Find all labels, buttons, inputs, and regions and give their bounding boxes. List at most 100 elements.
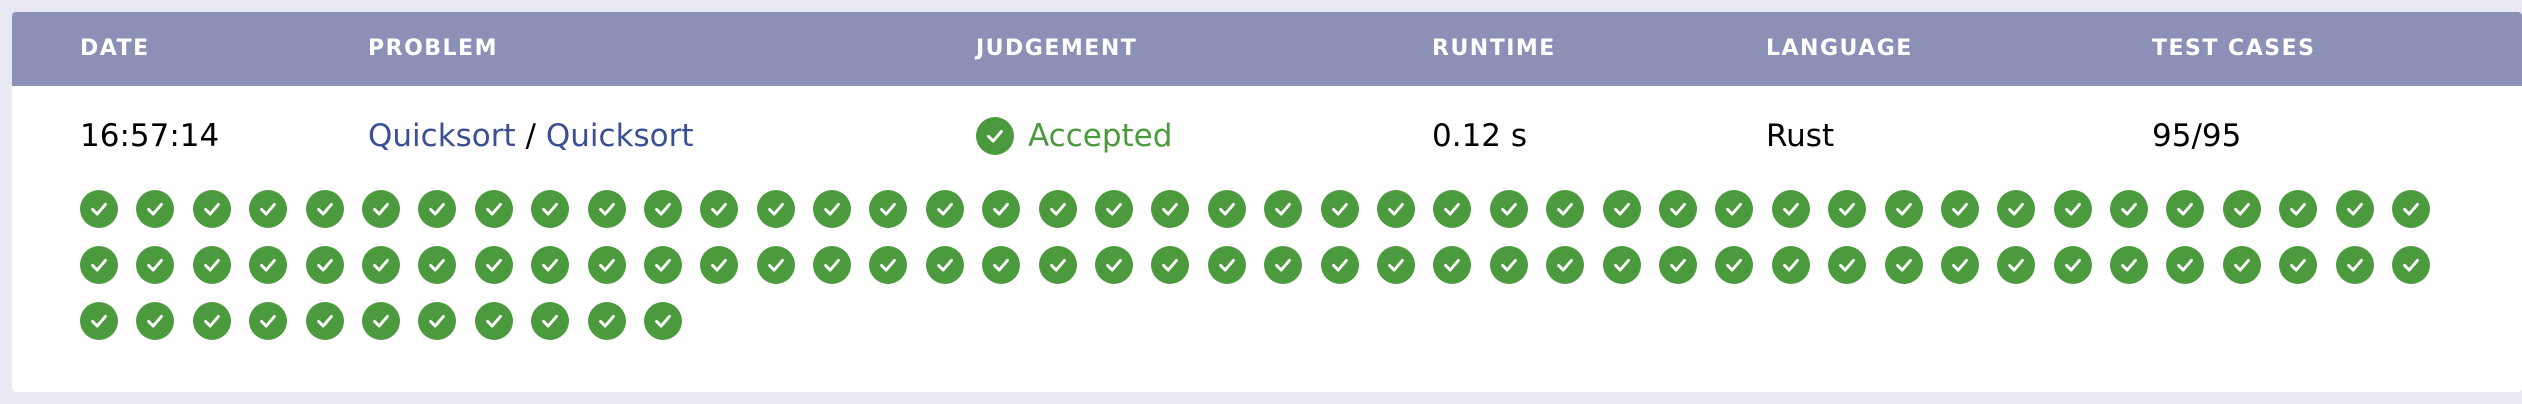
test-case-check-icon[interactable] — [643, 190, 682, 228]
test-case-check-icon[interactable] — [1376, 190, 1415, 228]
test-case-check-icon[interactable] — [813, 190, 852, 228]
test-case-check-icon[interactable] — [1320, 190, 1359, 228]
test-case-check-icon[interactable] — [1489, 246, 1528, 284]
test-case-check-icon[interactable] — [305, 190, 344, 228]
test-case-check-icon[interactable] — [587, 246, 626, 284]
test-case-check-icon[interactable] — [1376, 246, 1415, 284]
test-case-check-icon[interactable] — [2222, 190, 2261, 228]
test-case-check-icon[interactable] — [1546, 190, 1585, 228]
test-case-check-icon[interactable] — [80, 190, 118, 228]
test-case-check-icon[interactable] — [136, 302, 175, 340]
test-case-check-icon[interactable] — [1658, 246, 1697, 284]
test-case-check-icon[interactable] — [1038, 246, 1077, 284]
test-case-check-icon[interactable] — [305, 302, 344, 340]
submission-test-cases: 95/95 — [2152, 118, 2242, 154]
test-case-check-icon[interactable] — [2222, 246, 2261, 284]
test-case-check-icon[interactable] — [474, 302, 513, 340]
test-case-check-icon[interactable] — [2166, 190, 2205, 228]
test-case-check-icon[interactable] — [1264, 246, 1303, 284]
test-case-check-icon[interactable] — [531, 302, 570, 340]
test-case-check-icon[interactable] — [1884, 246, 1923, 284]
test-case-check-icon[interactable] — [80, 302, 118, 340]
test-case-check-icon[interactable] — [249, 302, 288, 340]
test-case-check-icon[interactable] — [1151, 246, 1190, 284]
test-case-check-icon[interactable] — [192, 302, 231, 340]
problem-link-1[interactable]: Quicksort — [368, 118, 516, 154]
test-case-check-icon[interactable] — [1320, 246, 1359, 284]
test-case-check-icon[interactable] — [982, 190, 1021, 228]
test-case-check-icon[interactable] — [361, 190, 400, 228]
test-case-check-icon[interactable] — [2053, 246, 2092, 284]
check-circle-icon — [976, 117, 1014, 155]
test-case-check-icon[interactable] — [869, 190, 908, 228]
test-case-check-icon[interactable] — [925, 246, 964, 284]
test-case-check-icon[interactable] — [1997, 246, 2036, 284]
test-case-check-icon[interactable] — [192, 246, 231, 284]
test-case-check-icon[interactable] — [1151, 190, 1190, 228]
test-case-check-icon[interactable] — [418, 302, 457, 340]
test-case-check-icon[interactable] — [1940, 190, 1979, 228]
test-case-check-icon[interactable] — [1884, 190, 1923, 228]
test-case-check-icon[interactable] — [1207, 190, 1246, 228]
test-case-check-icon[interactable] — [1771, 190, 1810, 228]
test-case-check-icon[interactable] — [982, 246, 1021, 284]
test-case-check-icon[interactable] — [700, 246, 739, 284]
test-case-check-icon[interactable] — [700, 190, 739, 228]
test-case-check-icon[interactable] — [2392, 246, 2431, 284]
test-case-check-icon[interactable] — [869, 246, 908, 284]
test-case-check-icon[interactable] — [1940, 246, 1979, 284]
test-case-check-icon[interactable] — [587, 190, 626, 228]
test-case-check-icon[interactable] — [418, 246, 457, 284]
test-case-check-icon[interactable] — [80, 246, 118, 284]
test-case-check-icon[interactable] — [1038, 190, 1077, 228]
test-case-check-icon[interactable] — [1095, 246, 1134, 284]
test-case-check-icon[interactable] — [249, 246, 288, 284]
test-case-check-icon[interactable] — [474, 190, 513, 228]
test-case-check-icon[interactable] — [1997, 190, 2036, 228]
test-case-check-icon[interactable] — [813, 246, 852, 284]
test-case-check-icon[interactable] — [1715, 246, 1754, 284]
test-case-check-icon[interactable] — [1433, 246, 1472, 284]
test-case-check-icon[interactable] — [2392, 190, 2431, 228]
test-case-check-icon[interactable] — [756, 190, 795, 228]
test-case-check-icon[interactable] — [136, 190, 175, 228]
test-case-check-icon[interactable] — [474, 246, 513, 284]
test-case-check-icon[interactable] — [1828, 246, 1867, 284]
test-case-check-icon[interactable] — [192, 190, 231, 228]
test-case-check-icon[interactable] — [418, 190, 457, 228]
test-case-check-icon[interactable] — [2335, 246, 2374, 284]
test-case-check-icon[interactable] — [531, 246, 570, 284]
test-case-check-icon[interactable] — [1602, 246, 1641, 284]
test-case-check-icon[interactable] — [531, 190, 570, 228]
test-case-check-icon[interactable] — [1095, 190, 1134, 228]
test-case-check-icon[interactable] — [361, 302, 400, 340]
test-case-check-icon[interactable] — [1433, 190, 1472, 228]
test-case-check-icon[interactable] — [587, 302, 626, 340]
test-case-check-icon[interactable] — [1771, 246, 1810, 284]
test-case-check-icon[interactable] — [361, 246, 400, 284]
test-case-check-icon[interactable] — [2110, 190, 2149, 228]
test-case-check-icon[interactable] — [1489, 190, 1528, 228]
test-case-check-icon[interactable] — [136, 246, 175, 284]
test-case-check-icon[interactable] — [1264, 190, 1303, 228]
submission-language: Rust — [1766, 118, 1835, 154]
problem-link-2[interactable]: Quicksort — [546, 118, 694, 154]
test-case-check-icon[interactable] — [249, 190, 288, 228]
test-case-check-icon[interactable] — [925, 190, 964, 228]
test-case-check-icon[interactable] — [2279, 190, 2318, 228]
test-case-check-icon[interactable] — [2053, 190, 2092, 228]
test-case-check-icon[interactable] — [643, 302, 682, 340]
test-case-check-icon[interactable] — [2166, 246, 2205, 284]
test-case-check-icon[interactable] — [1828, 190, 1867, 228]
test-case-check-icon[interactable] — [305, 246, 344, 284]
test-case-check-icon[interactable] — [643, 246, 682, 284]
test-case-check-icon[interactable] — [1546, 246, 1585, 284]
test-case-check-icon[interactable] — [1715, 190, 1754, 228]
test-case-check-icon[interactable] — [1658, 190, 1697, 228]
test-case-check-icon[interactable] — [756, 246, 795, 284]
test-case-check-icon[interactable] — [1207, 246, 1246, 284]
test-case-check-icon[interactable] — [2279, 246, 2318, 284]
test-case-check-icon[interactable] — [1602, 190, 1641, 228]
test-case-check-icon[interactable] — [2335, 190, 2374, 228]
test-case-check-icon[interactable] — [2110, 246, 2149, 284]
